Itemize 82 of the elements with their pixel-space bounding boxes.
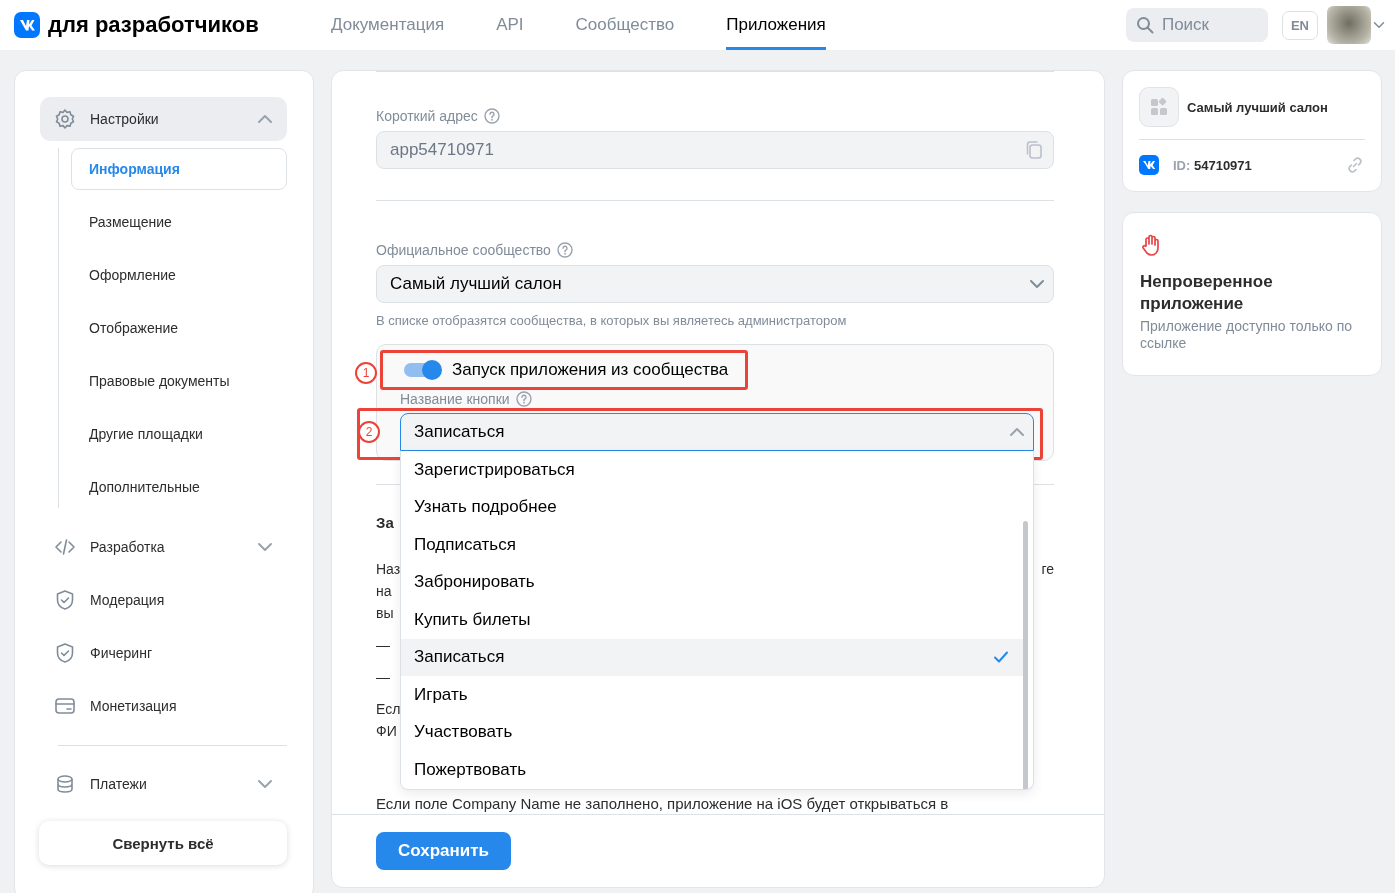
coins-icon (54, 773, 76, 795)
sidebar-label: Платежи (90, 776, 148, 792)
dropdown-option[interactable]: Купить билеты (401, 601, 1023, 639)
body-text: ФИ (376, 722, 397, 741)
field-label: Короткий адрес (376, 108, 478, 124)
hand-icon (1140, 233, 1162, 257)
status-text: Приложение доступно только по ссылке (1140, 318, 1354, 352)
dropdown-option[interactable]: Участвовать (401, 713, 1023, 751)
collapse-all-button[interactable]: Свернуть всё (39, 821, 287, 865)
sidebar-item[interactable]: Модерация (40, 578, 287, 622)
apps-icon (1139, 87, 1179, 127)
dropdown-option[interactable]: Записаться (401, 638, 1023, 676)
dropdown-option[interactable]: Забронировать (401, 563, 1023, 601)
sidebar-item[interactable]: Платежи (40, 762, 287, 806)
sidebar-label: Модерация (90, 592, 166, 608)
body-text: — (376, 668, 390, 687)
sidebar-subitem[interactable]: Дополнительные (71, 466, 287, 508)
search-field[interactable]: Поиск (1125, 8, 1268, 42)
toggle-switch[interactable] (404, 363, 440, 377)
body-text: — (376, 636, 390, 655)
chevron-down-icon (257, 779, 273, 789)
dropdown-option[interactable]: Зарегистрироваться (401, 451, 1023, 489)
save-button[interactable]: Сохранить (376, 832, 512, 870)
body-text: Есл (376, 700, 401, 719)
dropdown-select[interactable]: Записаться (400, 413, 1034, 451)
dropdown-option[interactable]: Подписаться (401, 526, 1023, 564)
sidebar-subitem[interactable]: Оформление (71, 254, 287, 296)
vk-logo-icon[interactable] (14, 12, 40, 38)
chevron-up-icon (257, 114, 273, 124)
sidebar-subitem[interactable]: Отображение (71, 307, 287, 349)
chevron-down-icon (257, 542, 273, 552)
body-text: на (376, 582, 392, 601)
sidebar-label: Фичеринг (90, 645, 153, 661)
dropdown-option[interactable]: Узнать подробнее (401, 488, 1023, 526)
toggle-label: Запуск приложения из сообщества (452, 360, 729, 380)
community-select[interactable]: Самый лучший салон (376, 265, 1054, 303)
code-icon (54, 536, 76, 558)
chevron-up-icon (1009, 427, 1025, 437)
hint-text: В списке отобразятся сообщества, в которых вы являетесь администратором (376, 313, 848, 328)
sidebar-item[interactable]: Монетизация (40, 684, 287, 728)
sidebar-label: Разработка (90, 539, 166, 555)
sidebar-item[interactable]: Разработка (40, 525, 287, 569)
body-text: Наз (376, 560, 401, 579)
nav-tab[interactable]: Сообщество (575, 0, 675, 50)
help-icon (483, 108, 500, 124)
step-badge: 1 (355, 362, 377, 384)
sidebar-label: Настройки (90, 111, 160, 127)
body-text: ге (1041, 560, 1054, 579)
sidebar-subitem[interactable]: Размещение (71, 201, 287, 243)
sidebar-subitem[interactable]: Правовые документы (71, 360, 287, 402)
sidebar-subitem[interactable]: Другие площадки (71, 413, 287, 455)
chevron-down-icon (1373, 20, 1385, 30)
section-heading: За (376, 514, 395, 533)
chevron-down-icon (1029, 279, 1045, 289)
sidebar-item[interactable]: Настройки (40, 97, 287, 141)
help-icon (556, 242, 573, 258)
dropdown-option[interactable]: Играть (401, 676, 1023, 714)
body-text: вы (376, 604, 394, 623)
sidebar-subitem[interactable]: Информация (71, 148, 287, 190)
sidebar-item[interactable]: Фичеринг (40, 631, 287, 675)
search-icon (1135, 16, 1154, 34)
sidebar-label: Монетизация (90, 698, 178, 714)
status-title: Непроверенное приложение (1140, 271, 1274, 315)
shield-check-icon (54, 642, 76, 664)
field-label: Название кнопки (400, 391, 510, 407)
vk-logo-icon (1139, 155, 1159, 175)
nav-tab[interactable]: Приложения (726, 0, 826, 50)
field-label: Официальное сообщество (376, 242, 551, 258)
body-text: Если поле Company Name не заполнено, приложение на iOS будет открываться в (376, 795, 950, 813)
logo-text[interactable]: для разработчиков (48, 12, 259, 38)
step-badge: 2 (358, 421, 380, 443)
link-icon[interactable] (1345, 155, 1365, 175)
checkmark-icon (993, 650, 1009, 665)
dropdown-option[interactable]: Пожертвовать (401, 751, 1023, 789)
help-icon (515, 391, 532, 407)
gear-icon (54, 108, 76, 130)
app-name: Самый лучший салон (1187, 99, 1328, 115)
avatar[interactable] (1327, 6, 1371, 44)
card-icon (54, 695, 76, 717)
app-id: ID: 54710971 (1173, 157, 1253, 173)
shield-check-icon (54, 589, 76, 611)
scrollbar-thumb[interactable] (1023, 521, 1028, 789)
